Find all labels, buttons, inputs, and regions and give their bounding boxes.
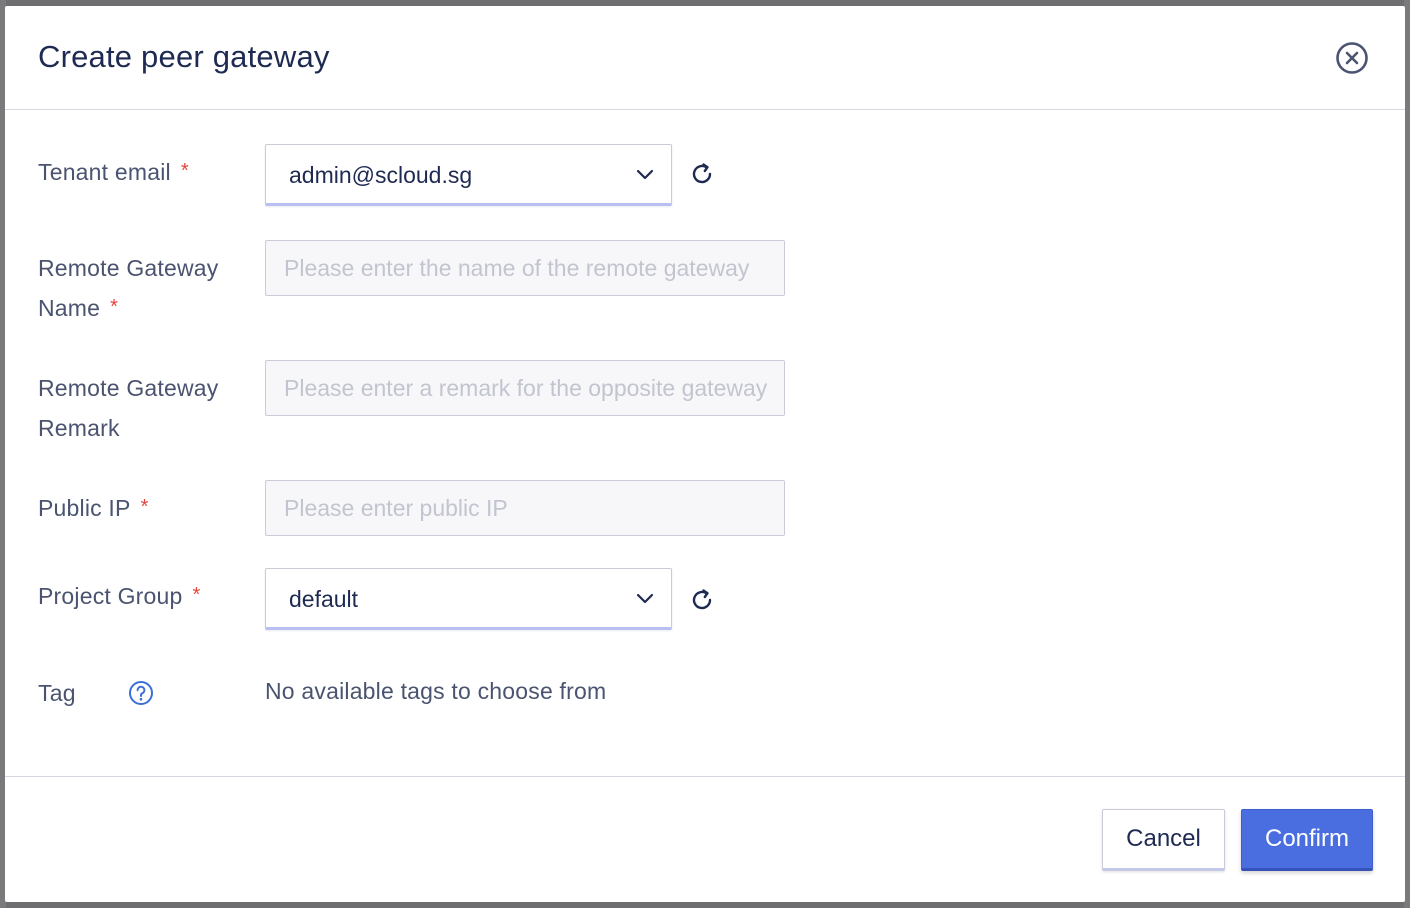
close-circle-icon <box>1336 42 1368 74</box>
tenant-email-label: Tenant email * <box>38 152 248 194</box>
tag-label: Tag <box>38 673 248 713</box>
tag-label-text: Tag <box>38 680 76 706</box>
question-circle-icon[interactable] <box>128 680 154 706</box>
remote-gateway-name-label: Remote Gateway Name * <box>38 248 248 330</box>
refresh-icon[interactable] <box>688 160 716 188</box>
project-group-label: Project Group * <box>38 576 248 618</box>
remote-gateway-name-input[interactable] <box>265 240 785 296</box>
tenant-email-label-text: Tenant email <box>38 159 171 185</box>
project-group-label-text: Project Group <box>38 583 183 609</box>
tag-empty-text: No available tags to choose from <box>265 678 607 704</box>
remote-gateway-remark-label: Remote Gateway Remark <box>38 375 219 441</box>
required-mark: * <box>180 160 189 182</box>
refresh-icon[interactable] <box>688 586 716 614</box>
dialog-header: Create peer gateway <box>5 6 1405 110</box>
public-ip-label: Public IP * <box>38 488 248 530</box>
required-mark: * <box>110 296 119 318</box>
confirm-button[interactable]: Confirm <box>1241 809 1373 871</box>
chevron-down-icon <box>636 593 654 604</box>
project-group-value: default <box>289 586 359 612</box>
cancel-button[interactable]: Cancel <box>1102 809 1225 871</box>
required-mark: * <box>140 496 149 518</box>
tenant-email-select[interactable]: admin@scloud.sg <box>265 144 672 206</box>
project-group-select[interactable]: default <box>265 568 672 630</box>
create-peer-gateway-dialog: Create peer gateway Tenant email * admin@… <box>5 6 1405 902</box>
dialog-footer: Cancel Confirm <box>5 776 1405 902</box>
chevron-down-icon <box>636 169 654 180</box>
remote-gateway-remark-input[interactable] <box>265 360 785 416</box>
public-ip-label-text: Public IP <box>38 495 131 521</box>
remote-gateway-name-label-text: Remote Gateway Name <box>38 255 219 321</box>
tenant-email-value: admin@scloud.sg <box>289 162 473 188</box>
public-ip-input[interactable] <box>265 480 785 536</box>
close-button[interactable] <box>1336 42 1368 74</box>
required-mark: * <box>192 584 201 606</box>
dialog-title: Create peer gateway <box>38 39 330 74</box>
